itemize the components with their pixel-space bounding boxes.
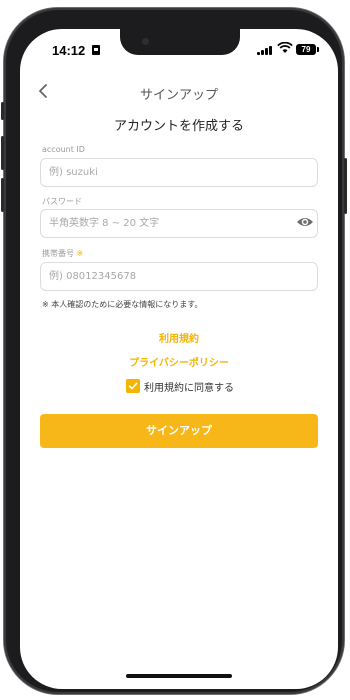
phone-label-text: 携帯番号: [42, 249, 74, 258]
agree-label: 利用規約に同意する: [144, 382, 234, 394]
agree-terms-row[interactable]: 利用規約に同意する: [126, 378, 234, 394]
screen: 14:12 79 サインアップ アカウントを作成する account ID パス…: [20, 29, 338, 689]
phone-label: 携帯番号 ※: [42, 248, 83, 259]
camera-dot: [142, 38, 149, 45]
account-id-label: account ID: [42, 145, 85, 154]
power-button: [344, 158, 347, 214]
check-icon: [128, 382, 138, 390]
info-note: ※ 本人確認のために必要な情報になります。: [42, 300, 203, 309]
password-input[interactable]: [40, 209, 318, 238]
home-indicator: [126, 674, 232, 678]
phone-frame: 14:12 79 サインアップ アカウントを作成する account ID パス…: [1, 8, 347, 694]
silent-switch: [1, 102, 4, 120]
phone-input[interactable]: [40, 262, 318, 291]
privacy-policy-link[interactable]: プライバシーポリシー: [20, 354, 338, 369]
wifi-icon: [277, 42, 293, 53]
agree-checkbox[interactable]: [126, 379, 140, 393]
lock-icon: [92, 45, 100, 55]
battery-icon: 79: [296, 44, 319, 55]
signup-button[interactable]: サインアップ: [40, 414, 318, 448]
password-label: パスワード: [42, 197, 82, 206]
status-time: 14:12: [52, 43, 86, 58]
required-mark: ※: [76, 249, 84, 258]
terms-link[interactable]: 利用規約: [20, 330, 338, 345]
eye-icon[interactable]: [296, 216, 314, 228]
notch: [120, 29, 240, 55]
nav-title: サインアップ: [139, 88, 218, 103]
volume-down-button: [1, 178, 4, 212]
volume-up-button: [1, 136, 4, 170]
signal-icon: [257, 45, 275, 55]
page-title: アカウントを作成する: [113, 119, 244, 134]
account-id-input[interactable]: [40, 158, 318, 187]
